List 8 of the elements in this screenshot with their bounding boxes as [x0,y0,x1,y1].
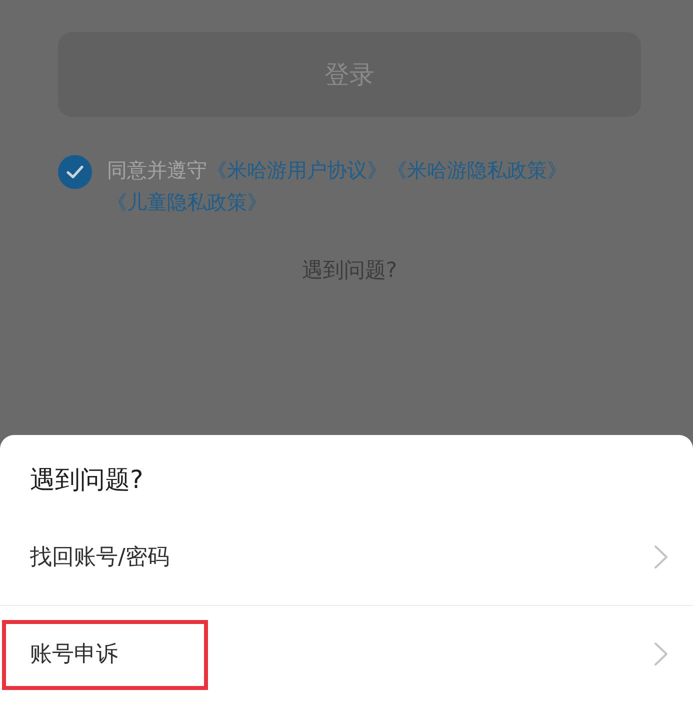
sheet-title: 遇到问题? [30,464,144,496]
agreement-text: 同意并遵守《米哈游用户协议》《米哈游隐私政策》 《儿童隐私政策》 [107,157,568,216]
agreement-link[interactable]: 《米哈游用户协议》 [207,158,387,182]
chevron-right-icon [654,545,668,569]
chevron-right-icon [654,642,668,666]
agreement-link[interactable]: 《米哈游隐私政策》 [387,158,567,182]
checkbox[interactable] [58,155,92,189]
agreement-link[interactable]: 《儿童隐私政策》 [107,190,267,214]
